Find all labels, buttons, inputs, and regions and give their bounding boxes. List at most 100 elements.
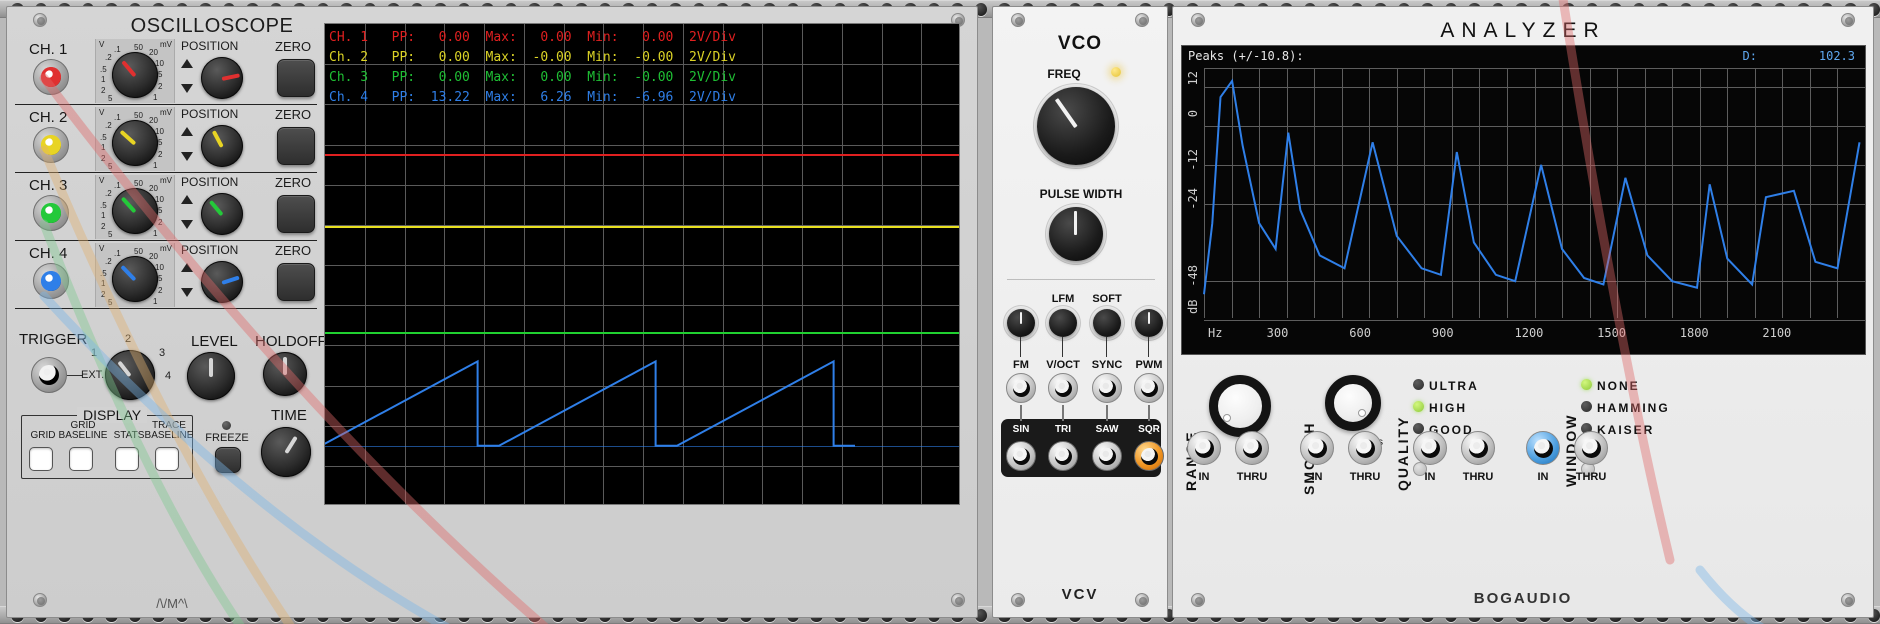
io-label: THRU (1349, 471, 1381, 483)
position-knob-3[interactable] (201, 193, 243, 235)
pulse-width-knob[interactable] (1049, 207, 1103, 261)
io-label: THRU (1575, 471, 1607, 483)
position-down-icon[interactable] (181, 288, 193, 297)
radio-label: ULTRA (1429, 379, 1479, 393)
io-label: IN (1424, 471, 1436, 483)
connector-line (1062, 337, 1063, 357)
trigger-tick-1: 1 (91, 347, 98, 359)
io-label: IN (1198, 471, 1210, 483)
scope-channel-2: CH. 2 V mV .1 .2 .5 1 2 5 50 20 10 5 2 1… (15, 105, 317, 173)
output-jack[interactable] (1006, 441, 1036, 471)
analyzer-module[interactable]: ANALYZER Peaks (+/-10.8): D: 102.3 dB 12… (1172, 6, 1874, 618)
gain-knob-4[interactable] (112, 256, 158, 302)
gain-knob-2[interactable] (112, 120, 158, 166)
trigger-tick-3: 3 (159, 347, 166, 359)
freeze-button[interactable] (215, 447, 241, 473)
radio-icon[interactable] (1413, 379, 1424, 390)
scope-screen[interactable]: CH. 1 PP: 0.00 Max: 0.00 Min: 0.00 2V/Di… (324, 23, 960, 505)
freq-knob[interactable] (1037, 87, 1115, 165)
range-knob[interactable] (1209, 375, 1271, 437)
trigger-ext-jack[interactable] (31, 357, 67, 393)
channel-input-jack-3[interactable] (33, 195, 69, 231)
holdoff-knob[interactable] (263, 352, 307, 396)
position-up-icon[interactable] (181, 263, 193, 272)
scope-channel-3: CH. 3 V mV .1 .2 .5 1 2 5 50 20 10 5 2 1… (15, 173, 317, 241)
output-jack[interactable] (1048, 441, 1078, 471)
spectrum-curve (1203, 78, 1861, 295)
position-knob-1[interactable] (201, 57, 243, 99)
gain-knob-3[interactable] (112, 188, 158, 234)
connector-line (1020, 405, 1022, 421)
radio-icon[interactable] (1581, 379, 1592, 390)
position-up-icon[interactable] (181, 59, 193, 68)
zero-button-4[interactable] (277, 263, 315, 301)
channel-label-2: CH. 2 (29, 109, 68, 126)
position-label-1: POSITION (181, 39, 239, 53)
checkbox-box[interactable] (69, 447, 93, 471)
mod-knob[interactable] (1049, 309, 1077, 337)
time-knob[interactable] (261, 427, 311, 477)
io-jack[interactable] (1187, 431, 1221, 465)
position-up-icon[interactable] (181, 127, 193, 136)
position-label-4: POSITION (181, 243, 239, 257)
smooth-knob[interactable] (1325, 375, 1381, 431)
input-jack[interactable] (1134, 373, 1164, 403)
output-jack[interactable] (1092, 441, 1122, 471)
checkbox-box[interactable] (29, 447, 53, 471)
radio-label: HAMMING (1597, 401, 1670, 415)
level-knob[interactable] (187, 352, 235, 400)
channel-input-jack-2[interactable] (33, 127, 69, 163)
spectrum-display[interactable]: Peaks (+/-10.8): D: 102.3 dB 12 0 -12 -24 -4… (1181, 45, 1866, 355)
input-jack[interactable] (1006, 373, 1036, 403)
channel-input-jack-1[interactable] (33, 59, 69, 95)
pulse-width-label: PULSE WIDTH (1039, 187, 1123, 201)
position-down-icon[interactable] (181, 152, 193, 161)
spec-grid-v (1865, 68, 1866, 318)
checkbox-box[interactable] (115, 447, 139, 471)
checkbox-label: GRID BASELINE (58, 420, 108, 441)
input-jack[interactable] (1048, 373, 1078, 403)
io-jack[interactable] (1526, 431, 1560, 465)
zero-button-1[interactable] (277, 59, 315, 97)
position-up-icon[interactable] (181, 195, 193, 204)
connector-line (1148, 337, 1149, 357)
mod-knob[interactable] (1135, 309, 1163, 337)
screw-icon (33, 593, 47, 607)
zero-label-2: ZERO (275, 107, 312, 122)
mod-knob[interactable] (1093, 309, 1121, 337)
zero-label-1: ZERO (275, 39, 312, 54)
zero-button-3[interactable] (277, 195, 315, 233)
io-jack[interactable] (1300, 431, 1334, 465)
vco-title: VCO (1057, 33, 1103, 54)
checkbox-box[interactable] (155, 447, 179, 471)
trigger-source-knob[interactable] (105, 350, 155, 400)
connector-line (1148, 405, 1150, 421)
radio-icon[interactable] (1413, 401, 1424, 412)
io-jack[interactable] (1574, 431, 1608, 465)
io-jack[interactable] (1348, 431, 1382, 465)
screw-icon (1135, 13, 1149, 27)
position-knob-4[interactable] (201, 261, 243, 303)
position-down-icon[interactable] (181, 84, 193, 93)
radio-icon[interactable] (1581, 401, 1592, 412)
scope-channel-4: CH. 4 V mV .1 .2 .5 1 2 5 50 20 10 5 2 1… (15, 241, 317, 309)
oscilloscope-module[interactable]: OSCILLOSCOPE CH. 1 V mV .1 .2 .5 1 2 5 5… (6, 6, 978, 618)
channel-label-3: CH. 3 (29, 177, 68, 194)
mod-knob[interactable] (1007, 309, 1035, 337)
position-down-icon[interactable] (181, 220, 193, 229)
io-jack[interactable] (1235, 431, 1269, 465)
channel-input-jack-4[interactable] (33, 263, 69, 299)
freq-label: FREQ (1047, 67, 1081, 81)
trigger-ext-label: EXT. (81, 369, 105, 381)
vco-module[interactable]: VCO FREQ PULSE WIDTH LFM SOFT FM V/OCT S… (992, 6, 1168, 618)
zero-button-2[interactable] (277, 127, 315, 165)
connector-line (1106, 337, 1107, 357)
output-jack[interactable] (1134, 441, 1164, 471)
io-label: IN (1537, 471, 1549, 483)
position-knob-2[interactable] (201, 125, 243, 167)
io-jack[interactable] (1413, 431, 1447, 465)
holdoff-label: HOLDOFF (255, 333, 327, 350)
input-jack[interactable] (1092, 373, 1122, 403)
gain-knob-1[interactable] (112, 52, 158, 98)
io-jack[interactable] (1461, 431, 1495, 465)
